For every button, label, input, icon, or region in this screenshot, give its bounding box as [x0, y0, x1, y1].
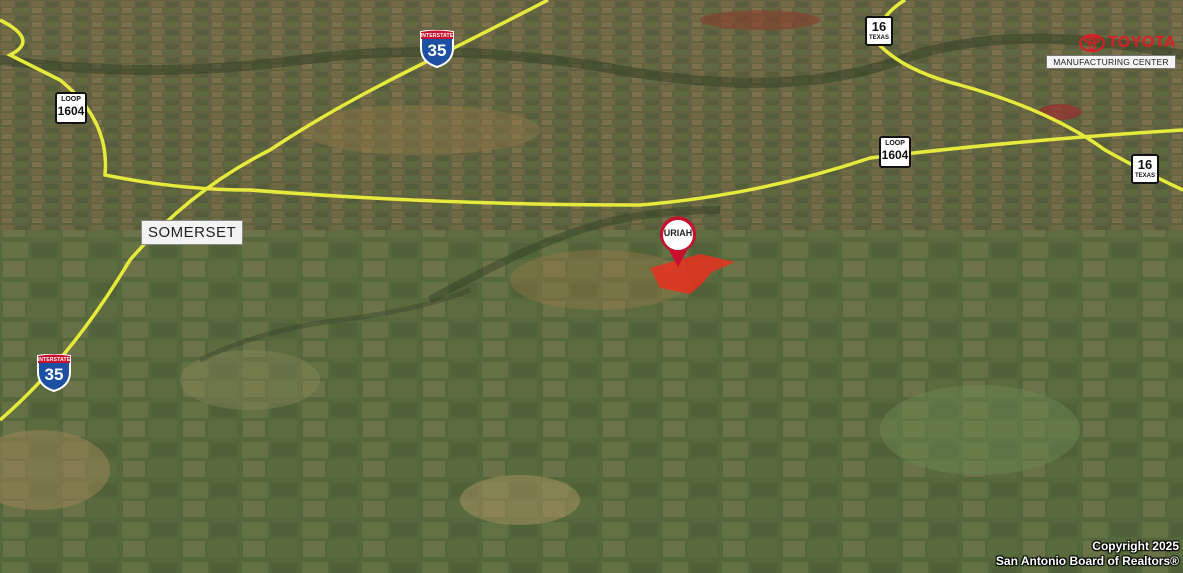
copyright-line-1: Copyright 2025: [1092, 539, 1179, 553]
loop-1604-shield-east: LOOP 1604: [879, 136, 911, 168]
satellite-imagery: [0, 0, 1183, 573]
map-pin-icon: [660, 216, 696, 267]
pin-label: URIAH: [663, 228, 693, 238]
loop-label: LOOP: [61, 96, 81, 103]
interstate-35-shield-south: INTERSTATE 35: [36, 354, 72, 392]
loop-number: 1604: [881, 148, 909, 162]
state-16-shield-north: 16 TEXAS: [865, 16, 893, 46]
interstate-number: 35: [427, 41, 447, 60]
state-16-shield-east: 16 TEXAS: [1131, 154, 1159, 184]
toyota-manufacturing-center-label: TOYOTA MANUFACTURING CENTER: [1046, 34, 1176, 69]
interstate-number: 35: [44, 365, 64, 384]
state-number: 16: [1137, 157, 1153, 172]
copyright-notice: Copyright 2025 San Antonio Board of Real…: [996, 539, 1179, 569]
state-label: TEXAS: [868, 35, 889, 41]
loop-label: LOOP: [885, 140, 905, 147]
interstate-35-shield-north: INTERSTATE 35: [419, 30, 455, 68]
toyota-wordmark: TOYOTA: [1107, 34, 1176, 51]
loop-1604-shield-west: LOOP 1604: [55, 92, 87, 124]
loop-number: 1604: [57, 104, 85, 118]
toyota-subtitle: MANUFACTURING CENTER: [1046, 55, 1176, 69]
property-location-pin[interactable]: URIAH: [658, 216, 698, 268]
state-label: TEXAS: [1134, 173, 1155, 179]
interstate-label: INTERSTATE: [420, 33, 454, 39]
copyright-line-2: San Antonio Board of Realtors®: [995, 554, 1179, 568]
interstate-label: INTERSTATE: [37, 357, 71, 363]
toyota-logo-icon: [1078, 34, 1105, 52]
satellite-map[interactable]: INTERSTATE 35 INTERSTATE 35 LOOP 1604 LO…: [0, 0, 1183, 573]
state-number: 16: [871, 19, 887, 34]
town-label-somerset: SOMERSET: [141, 220, 244, 245]
